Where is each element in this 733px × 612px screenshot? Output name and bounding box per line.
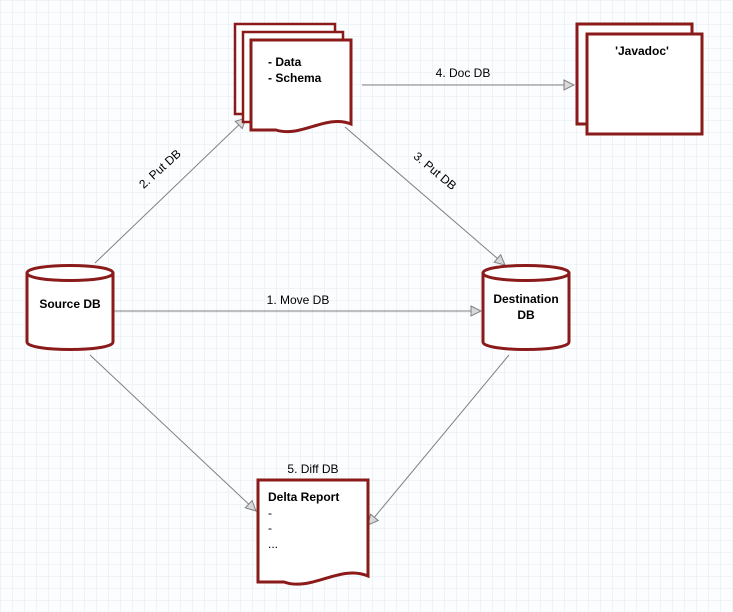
source-db-node [27,266,113,350]
data-schema-node [235,24,351,132]
edge-diff-db-right [368,355,509,525]
diagram-canvas [0,0,733,612]
edge-diff-db-left [90,355,256,511]
edge-put-db-down [345,127,505,265]
destination-db-node [483,266,569,350]
javadoc-node [577,24,702,134]
delta-report-node [258,480,368,584]
edge-put-db-up [95,118,246,263]
